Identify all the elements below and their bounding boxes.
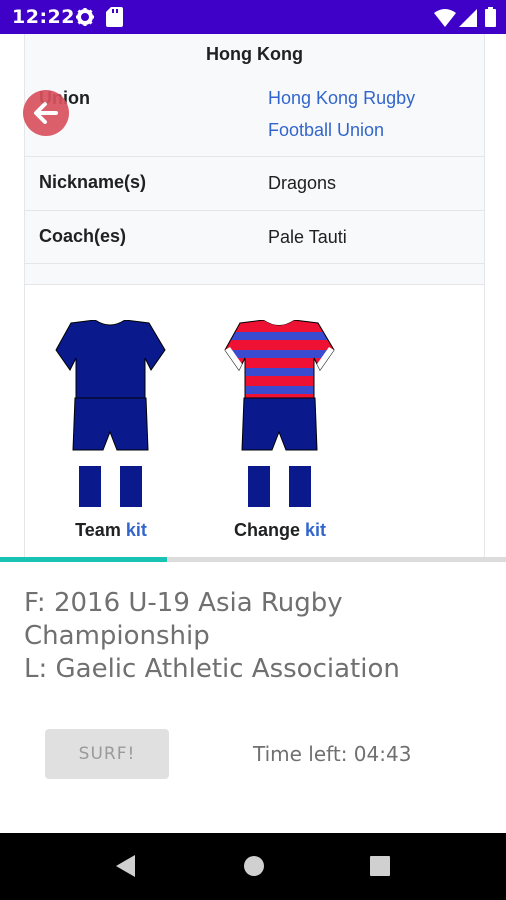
team-kit-image	[55, 320, 166, 507]
team-kit-caption-text: Team	[75, 520, 121, 540]
signal-icon	[459, 9, 477, 27]
team-kit-caption: Team kit	[41, 520, 181, 541]
surf-button[interactable]: SURF!	[45, 729, 169, 779]
row-label-nickname: Nickname(s)	[39, 172, 147, 192]
article-content[interactable]: Hong Kong Union Hong Kong Rugby Football…	[0, 34, 506, 557]
row-nickname: Nickname(s) Dragons	[25, 157, 484, 211]
status-time: 12:22	[12, 6, 75, 28]
infobox-title: Hong Kong	[206, 44, 303, 64]
back-button[interactable]	[23, 90, 69, 136]
row-coach: Coach(es) Pale Tauti	[25, 211, 484, 264]
gear-icon	[76, 8, 94, 26]
time-left-value: 04:43	[353, 742, 412, 766]
wifi-icon	[434, 9, 456, 27]
back-arrow-icon	[34, 102, 58, 124]
change-kit-caption-text: Change	[233, 520, 300, 540]
team-kit-link[interactable]: kit	[126, 520, 147, 540]
back-triangle-icon[interactable]	[113, 853, 139, 879]
battery-icon	[485, 7, 496, 27]
sd-card-icon	[106, 7, 123, 27]
row-label-coach: Coach(es)	[39, 226, 127, 246]
row-value-nickname: Dragons	[268, 173, 337, 193]
from-article: F: 2016 U-19 Asia Rugby Championship	[24, 588, 343, 651]
time-left-label: Time left:	[253, 742, 348, 766]
row-union: Union Hong Kong Rugby Football Union	[25, 74, 484, 157]
union-link-line1[interactable]: Hong Kong Rugby	[268, 82, 415, 114]
time-left: Time left: 04:43	[253, 742, 411, 766]
change-kit-caption: Change kit	[210, 520, 350, 541]
to-article: L: Gaelic Athletic Association	[24, 654, 400, 684]
navigation-bar	[0, 833, 506, 900]
status-bar: 12:22	[0, 0, 506, 34]
row-value-coach: Pale Tauti	[268, 227, 347, 247]
game-panel: F: 2016 U-19 Asia Rugby Championship L: …	[0, 562, 506, 833]
infobox: Hong Kong Union Hong Kong Rugby Football…	[24, 34, 485, 557]
union-link-line2[interactable]: Football Union	[268, 114, 415, 146]
recents-square-icon[interactable]	[370, 856, 390, 876]
home-circle-icon[interactable]	[242, 853, 266, 879]
change-kit-image	[224, 320, 335, 507]
union-link[interactable]: Hong Kong Rugby Football Union	[268, 82, 415, 146]
change-kit-link[interactable]: kit	[305, 520, 326, 540]
kit-panel: Team kit Change kit	[25, 284, 484, 557]
